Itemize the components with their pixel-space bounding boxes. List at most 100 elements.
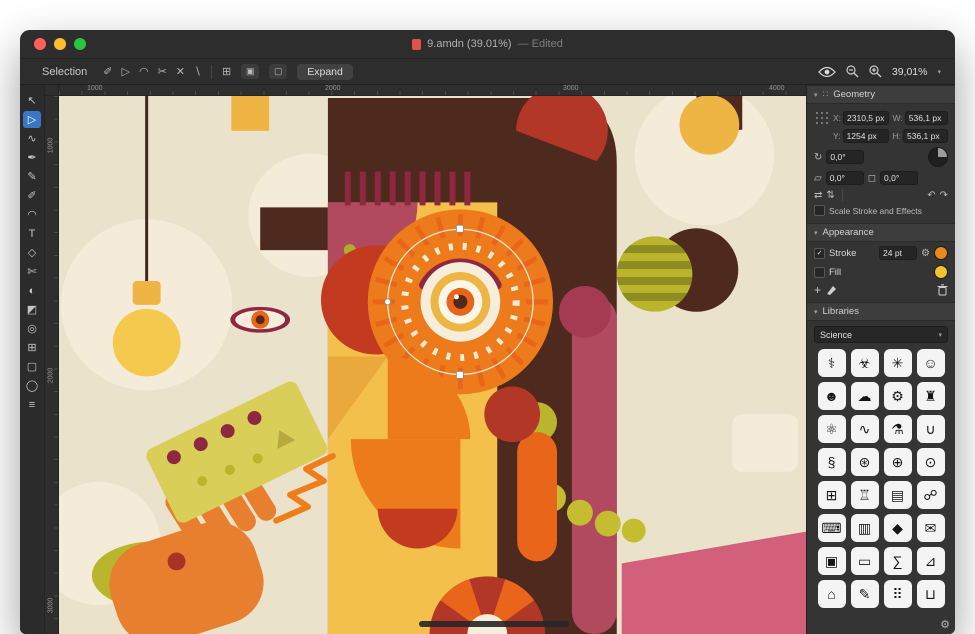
library-icon-virus[interactable]: ☣ <box>851 349 879 377</box>
remove-node-tool-icon[interactable]: ✕ <box>176 65 185 78</box>
library-icon-face-with-glasses[interactable]: ☺ <box>917 349 945 377</box>
tool-more[interactable]: ≡ <box>23 396 41 413</box>
snapping-icon[interactable]: ⊞ <box>222 65 231 78</box>
tool-grid[interactable]: ⊞ <box>23 339 41 356</box>
appearance-section-header[interactable]: ▾ Appearance <box>807 223 955 242</box>
library-icon-gears[interactable]: ⚙ <box>884 382 912 410</box>
geometry-section-header[interactable]: ▾ ∷ Geometry <box>807 85 955 104</box>
zoom-caret-icon[interactable]: ▾ <box>937 68 941 76</box>
close-button[interactable] <box>34 38 46 50</box>
width-input[interactable]: 536,1 px <box>905 111 948 125</box>
library-icon-dna[interactable]: § <box>818 448 846 476</box>
panel-settings-gear-icon[interactable]: ⚙ <box>940 618 950 631</box>
tool-pencil[interactable]: ✎ <box>23 168 41 185</box>
left-eye[interactable] <box>230 307 290 333</box>
library-icon-microscope[interactable]: ☍ <box>917 481 945 509</box>
rotate-ccw-icon[interactable]: ↶ <box>927 190 935 201</box>
zoom-level-value[interactable]: 39,01% <box>892 66 928 78</box>
canvas[interactable] <box>59 96 806 634</box>
library-icon-ruler[interactable]: ▭ <box>851 547 879 575</box>
rotation-input[interactable]: 0,0° <box>826 150 864 164</box>
tool-knife[interactable]: ✄ <box>23 263 41 280</box>
insert-inside-button[interactable]: ▢ <box>269 64 287 79</box>
horizontal-ruler[interactable]: 1000 2000 3000 4000 <box>59 85 806 96</box>
library-select[interactable]: Science ▾ <box>814 326 948 343</box>
library-icon-globe-on-stand[interactable]: ⊛ <box>851 448 879 476</box>
library-icon-certificate[interactable]: ✉ <box>917 514 945 542</box>
height-input[interactable]: 536,1 px <box>903 129 948 143</box>
tool-transparency[interactable]: ◩ <box>23 301 41 318</box>
library-icon-atom[interactable]: ⚛ <box>818 415 846 443</box>
slice-tool-icon[interactable]: ∖ <box>194 65 201 78</box>
library-icon-pill[interactable]: ⊙ <box>917 448 945 476</box>
stroke-color-swatch[interactable] <box>934 246 948 260</box>
fill-color-swatch[interactable] <box>934 265 948 279</box>
library-icon-beaker[interactable]: ⊔ <box>917 580 945 608</box>
libraries-section-header[interactable]: ▾ Libraries <box>807 302 955 321</box>
library-icon-thermometer[interactable]: ⚕ <box>818 349 846 377</box>
brush-icon[interactable] <box>825 284 837 296</box>
horizontal-scrollbar[interactable] <box>419 621 569 627</box>
library-icon-chart[interactable]: ∿ <box>851 415 879 443</box>
zoom-out-icon[interactable] <box>846 65 859 78</box>
fill-checkbox[interactable] <box>814 267 825 278</box>
scissors-tool-icon[interactable]: ✂ <box>158 65 167 78</box>
tool-fill[interactable]: ◐ <box>23 282 41 299</box>
rotate-cw-icon[interactable]: ↷ <box>940 190 948 201</box>
library-icon-set-square[interactable]: ⊿ <box>917 547 945 575</box>
library-icon-book[interactable]: ▥ <box>851 514 879 542</box>
library-icon-dot-grid[interactable]: ⠿ <box>884 580 912 608</box>
zoom-window-button[interactable] <box>74 38 86 50</box>
flip-vertical-icon[interactable]: ⇅ <box>826 190 834 201</box>
corner-input[interactable]: 0,0° <box>880 171 918 185</box>
library-icon-globe[interactable]: ⊕ <box>884 448 912 476</box>
tool-rectangle[interactable]: ▢ <box>23 358 41 375</box>
tool-lasso[interactable]: ∿ <box>23 130 41 147</box>
trash-icon[interactable] <box>937 284 948 296</box>
library-icon-brain[interactable]: ☁ <box>851 382 879 410</box>
scale-stroke-checkbox[interactable] <box>814 205 825 216</box>
library-icon-laptop[interactable]: ⌨ <box>818 514 846 542</box>
title-bar[interactable]: 9.amdn (39.01%) — Edited <box>20 30 955 59</box>
tool-zoom[interactable]: ◎ <box>23 320 41 337</box>
zoom-in-icon[interactable] <box>869 65 882 78</box>
stroke-width-input[interactable]: 24 pt <box>879 246 917 260</box>
add-layer-icon[interactable]: + <box>814 284 821 296</box>
node-tool-icon[interactable]: ▷ <box>121 65 129 78</box>
stroke-checkbox[interactable]: ✓ <box>814 248 825 259</box>
library-icon-observatory[interactable]: ⌂ <box>818 580 846 608</box>
pen-tool-icon[interactable]: ✐ <box>103 65 112 78</box>
artwork-illustration[interactable] <box>59 96 806 634</box>
library-icon-sketchpad[interactable]: ✎ <box>851 580 879 608</box>
library-icon-formula[interactable]: ∑ <box>884 547 912 575</box>
tool-corner[interactable]: ◠ <box>23 206 41 223</box>
preview-eye-icon[interactable] <box>818 66 836 78</box>
expand-button[interactable]: Expand <box>297 64 353 80</box>
vertical-ruler[interactable]: 1000 2000 3000 <box>45 96 59 634</box>
arc-tool-icon[interactable]: ◠ <box>139 65 149 78</box>
tool-node[interactable]: ▷ <box>23 111 41 128</box>
shear-input[interactable]: 0,0° <box>826 171 864 185</box>
rotation-dial[interactable] <box>928 147 948 167</box>
library-icon-scientist[interactable]: ☻ <box>818 382 846 410</box>
flip-horizontal-icon[interactable]: ⇄ <box>814 190 822 201</box>
stroke-settings-gear-icon[interactable]: ⚙ <box>921 248 930 259</box>
library-icon-robot[interactable]: ▣ <box>818 547 846 575</box>
library-icon-institution[interactable]: ♜ <box>917 382 945 410</box>
library-icon-microplate[interactable]: ⊞ <box>818 481 846 509</box>
library-icon-flask[interactable]: ⚗ <box>884 415 912 443</box>
tool-brush[interactable]: ✐ <box>23 187 41 204</box>
library-icon-notebook[interactable]: ▤ <box>884 481 912 509</box>
tool-pen[interactable]: ✒ <box>23 149 41 166</box>
tool-move[interactable]: ↖ <box>23 92 41 109</box>
x-input[interactable]: 2310,5 px <box>843 111 888 125</box>
minimize-button[interactable] <box>54 38 66 50</box>
tool-text[interactable]: T <box>23 225 41 242</box>
library-icon-museum[interactable]: ♖ <box>851 481 879 509</box>
tool-frame[interactable]: ◇ <box>23 244 41 261</box>
anchor-point-selector[interactable] <box>814 110 829 125</box>
library-icon-test-tube[interactable]: ∪ <box>917 415 945 443</box>
tool-ellipse[interactable]: ◯ <box>23 377 41 394</box>
ruler-corner[interactable] <box>45 85 59 96</box>
library-icon-bacteria[interactable]: ✳ <box>884 349 912 377</box>
